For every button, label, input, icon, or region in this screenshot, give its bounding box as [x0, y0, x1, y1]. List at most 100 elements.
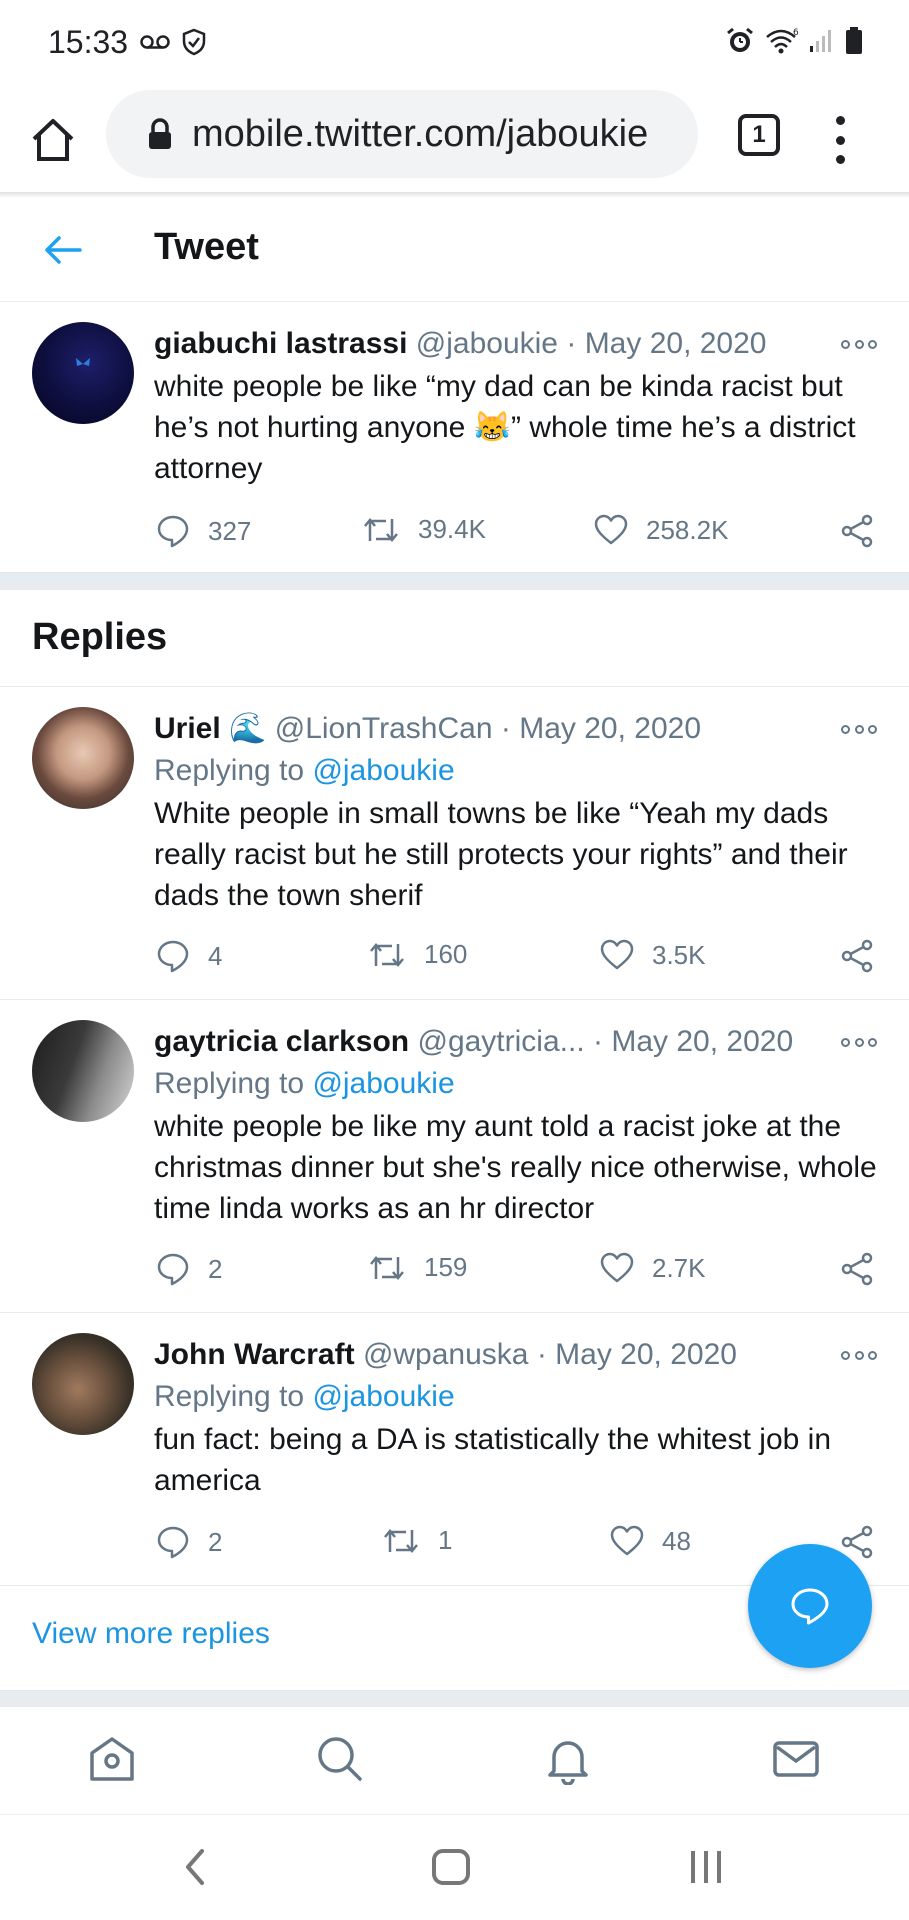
wifi-icon: 6 [765, 27, 799, 60]
heart-icon [600, 939, 634, 970]
author-name[interactable]: giabuchi lastrassi [154, 327, 407, 360]
like-button[interactable]: 3.5K [600, 939, 706, 971]
reply-icon [157, 1253, 189, 1286]
system-home-button[interactable] [430, 1847, 472, 1892]
replying-to-prefix: Replying to [154, 754, 313, 787]
status-time: 15:33 [48, 24, 129, 60]
wave-emoji: 🌊 [229, 712, 267, 745]
like-button[interactable]: 258.2K [594, 514, 728, 546]
like-button[interactable]: 2.7K [600, 1252, 706, 1284]
tweet-header: Uriel 🌊 @LionTrashCan · May 20, 2020 [154, 709, 879, 749]
avatar[interactable] [32, 1020, 134, 1122]
share-button[interactable] [840, 939, 874, 973]
reply-tweet[interactable]: gaytricia clarkson @gaytricia... · May 2… [0, 1000, 909, 1312]
reply-tweet[interactable]: Uriel 🌊 @LionTrashCan · May 20, 2020 Rep… [0, 687, 909, 999]
reply-tweet[interactable]: John Warcraft @wpanuska · May 20, 2020 R… [0, 1313, 909, 1585]
system-recents-button[interactable] [688, 1847, 724, 1892]
replying-to-link[interactable]: @jaboukie [312, 754, 454, 787]
more-options-icon[interactable] [841, 1351, 877, 1365]
tweet-date[interactable]: May 20, 2020 [519, 712, 701, 745]
replying-to-link[interactable]: @jaboukie [312, 1380, 454, 1413]
tweet-header: giabuchi lastrassi @jaboukie · May 20, 2… [154, 324, 879, 364]
battery-icon [845, 27, 863, 60]
system-navigation-bar [0, 1814, 909, 1920]
heart-icon [610, 1525, 644, 1556]
nav-notifications[interactable] [542, 1733, 594, 1786]
author-handle[interactable]: @wpanuska [363, 1338, 529, 1371]
replying-to-prefix: Replying to [154, 1380, 313, 1413]
retweet-count: 1 [438, 1525, 453, 1555]
home-icon [32, 119, 74, 161]
more-options-icon[interactable] [841, 725, 877, 739]
separator-dot: · [536, 1338, 547, 1371]
back-button[interactable] [42, 228, 86, 272]
back-arrow-icon [45, 236, 82, 264]
home-icon [90, 1737, 134, 1781]
heart-icon [594, 514, 628, 545]
like-button[interactable]: 48 [610, 1525, 691, 1557]
chevron-left-icon [186, 1849, 204, 1885]
browser-toolbar: mobile.twitter.com/jaboukie 1 [0, 88, 909, 196]
replying-to-link[interactable]: @jaboukie [312, 1067, 454, 1100]
reply-icon [157, 515, 189, 548]
system-back-button[interactable] [180, 1847, 210, 1892]
nav-search[interactable] [314, 1733, 366, 1785]
main-tweet[interactable]: giabuchi lastrassi @jaboukie · May 20, 2… [0, 302, 909, 564]
tab-switcher-button[interactable]: 1 [738, 114, 780, 156]
retweet-count: 160 [424, 939, 468, 969]
retweet-count: 39.4K [418, 514, 486, 544]
tweet-date[interactable]: May 20, 2020 [585, 327, 767, 360]
nav-messages[interactable] [770, 1733, 822, 1785]
address-bar[interactable]: mobile.twitter.com/jaboukie [106, 90, 698, 178]
avatar[interactable] [32, 707, 134, 809]
reply-icon [157, 1526, 189, 1559]
avatar[interactable] [32, 322, 134, 424]
menu-dot-icon [835, 116, 845, 125]
url-text[interactable]: mobile.twitter.com/jaboukie [192, 113, 672, 156]
more-options-icon[interactable] [841, 1038, 877, 1052]
author-name[interactable]: John Warcraft [154, 1338, 355, 1371]
share-icon [841, 939, 873, 973]
tweet-header: John Warcraft @wpanuska · May 20, 2020 [154, 1335, 879, 1375]
author-name[interactable]: gaytricia clarkson [154, 1025, 409, 1058]
heart-icon [600, 1252, 634, 1283]
retweet-button[interactable]: 1 [382, 1525, 452, 1556]
author-handle[interactable]: @gaytricia... [417, 1025, 584, 1058]
reply-button[interactable]: 4 [156, 939, 222, 973]
nav-home[interactable] [86, 1733, 138, 1785]
menu-dot-icon [835, 135, 845, 145]
like-count: 48 [662, 1525, 691, 1556]
separator-dot: · [500, 712, 511, 745]
retweet-button[interactable]: 39.4K [362, 514, 486, 545]
reply-button[interactable]: 2 [156, 1252, 222, 1286]
bell-icon [548, 1741, 588, 1786]
home-button[interactable] [28, 110, 78, 170]
retweet-button[interactable]: 159 [368, 1252, 467, 1283]
page-title: Tweet [154, 226, 259, 268]
tweet-text: fun fact: being a DA is statistically th… [154, 1423, 832, 1497]
author-handle[interactable]: @jaboukie [416, 327, 558, 360]
section-divider [0, 572, 909, 590]
browser-menu-button[interactable] [830, 110, 850, 170]
reply-button[interactable]: 2 [156, 1525, 222, 1559]
share-button[interactable] [840, 1252, 874, 1286]
more-options-icon[interactable] [841, 340, 877, 354]
tweet-date[interactable]: May 20, 2020 [555, 1338, 737, 1371]
avatar[interactable] [32, 1333, 134, 1435]
view-more-replies-link[interactable]: View more replies [32, 1617, 270, 1651]
retweet-button[interactable]: 160 [368, 939, 467, 970]
author-handle[interactable]: @LionTrashCan [275, 712, 493, 745]
tweet-text: white people be like my aunt told a raci… [154, 1110, 877, 1225]
author-name[interactable]: Uriel [154, 712, 221, 745]
tweet-text: White people in small towns be like “Yea… [154, 797, 848, 912]
like-count: 258.2K [646, 514, 729, 545]
retweet-icon [370, 942, 404, 967]
like-count: 3.5K [652, 939, 706, 970]
share-button[interactable] [840, 514, 874, 548]
replies-heading: Replies [32, 616, 168, 658]
tweet-date[interactable]: May 20, 2020 [611, 1025, 793, 1058]
compose-reply-button[interactable] [748, 1544, 872, 1668]
reply-count: 2 [208, 1253, 223, 1284]
bottom-nav [0, 1706, 909, 1814]
reply-button[interactable]: 327 [156, 514, 251, 548]
